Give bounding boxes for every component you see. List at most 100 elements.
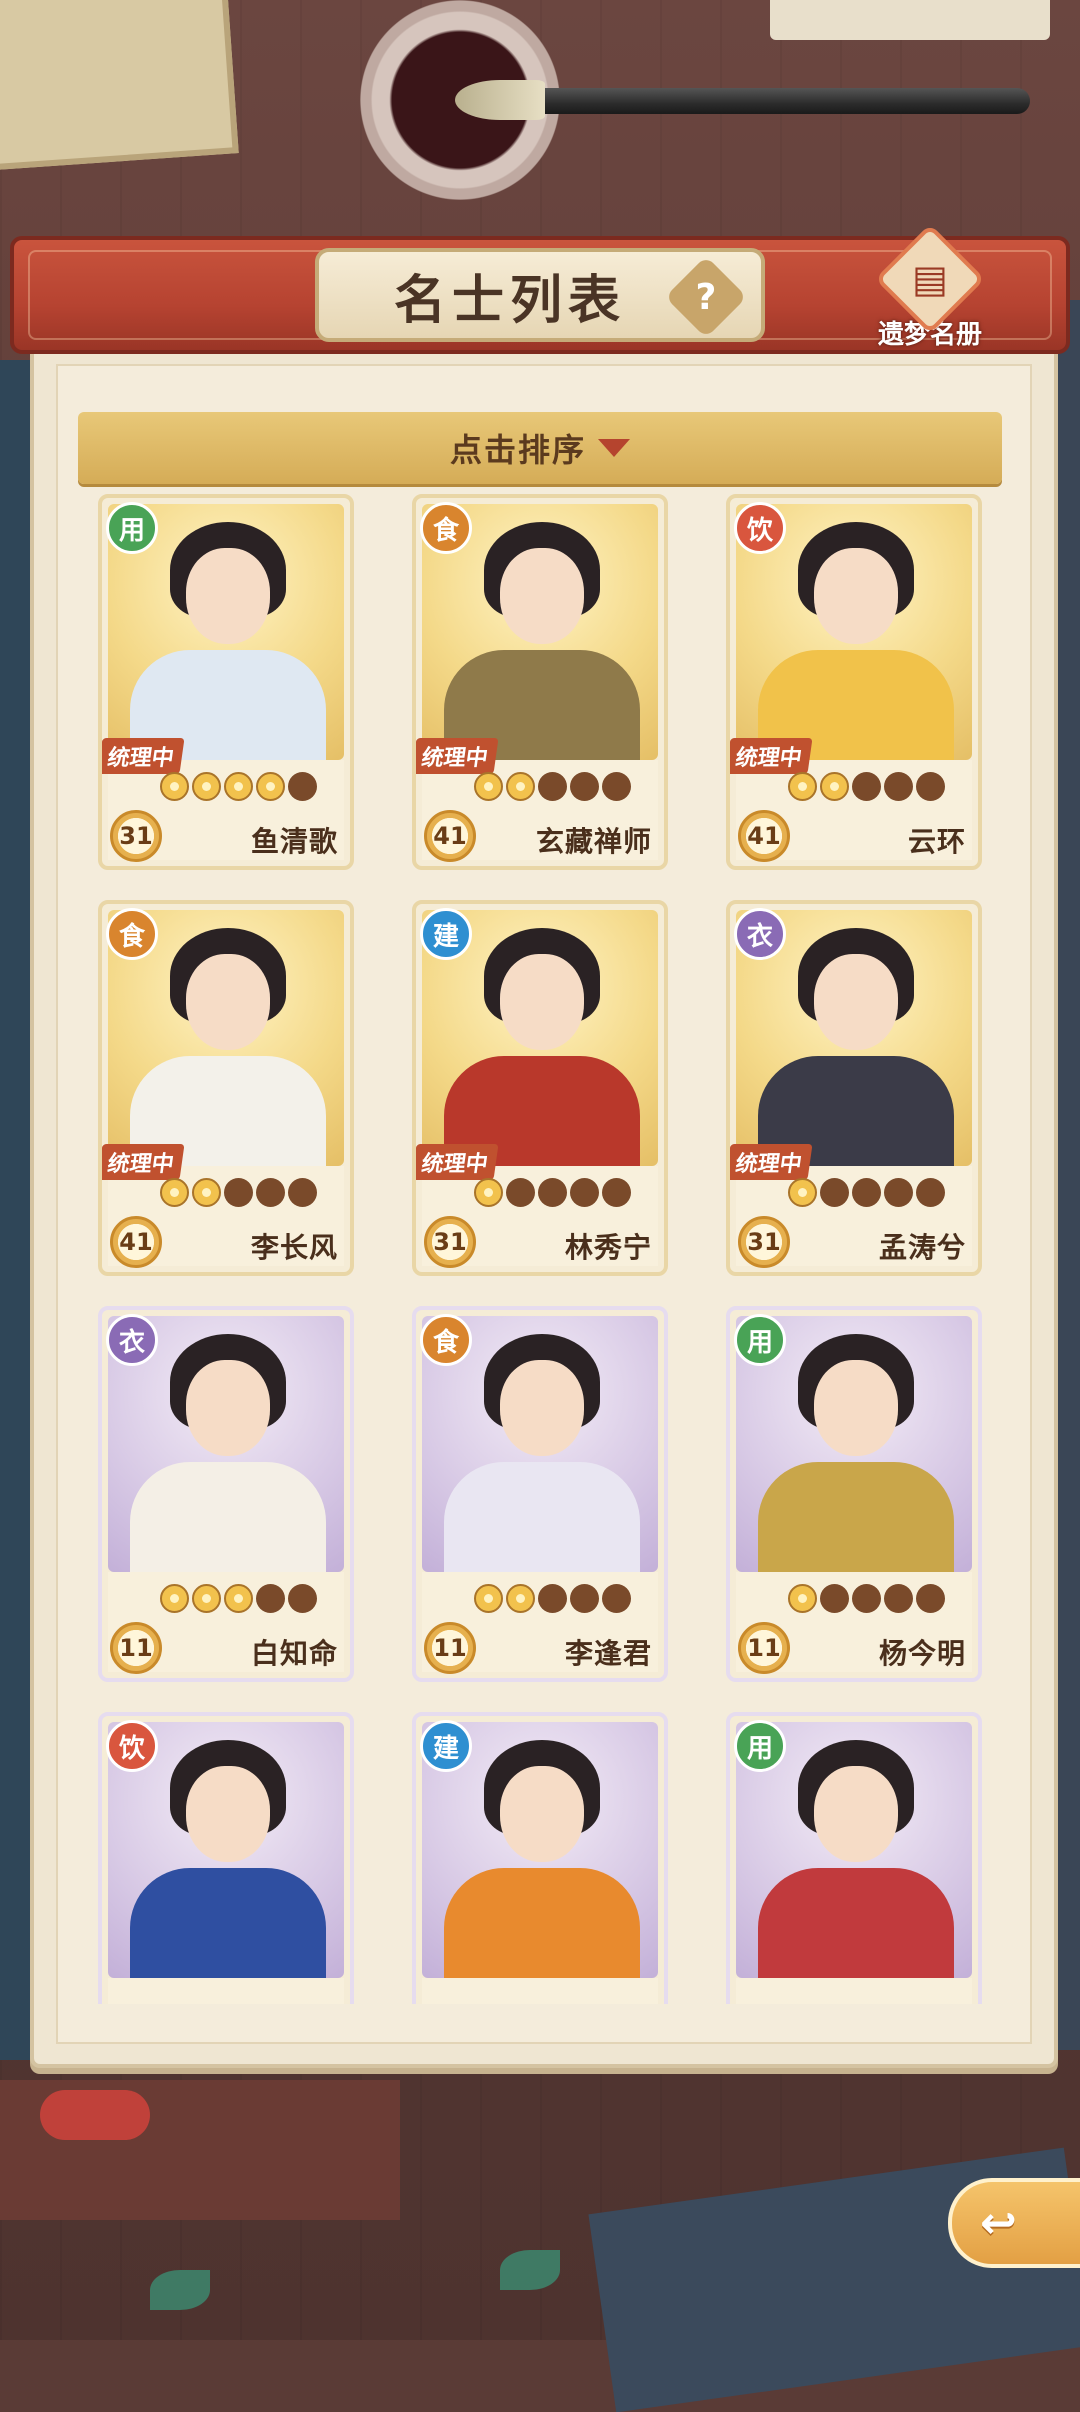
- character-name: 鱼清歌: [250, 825, 338, 858]
- star-empty-icon: [288, 1584, 317, 1613]
- star-empty-icon: [820, 1178, 849, 1207]
- star-empty-icon: [538, 1178, 567, 1207]
- star-filled-icon: [788, 1178, 817, 1207]
- category-badge: 建: [420, 1720, 472, 1772]
- star-filled-icon: [224, 1584, 253, 1613]
- character-card[interactable]: 食统理中 41 李长风: [98, 900, 354, 1276]
- star-empty-icon: [538, 1584, 567, 1613]
- portrait-face: [500, 1360, 584, 1456]
- star-filled-icon: [474, 1178, 503, 1207]
- star-empty-icon: [820, 1584, 849, 1613]
- star-rating: [788, 1178, 945, 1207]
- star-empty-icon: [884, 1178, 913, 1207]
- character-card[interactable]: 衣统理中 31 孟涛兮: [726, 900, 982, 1276]
- star-rating: [474, 772, 631, 801]
- caret-down-icon: [598, 439, 630, 457]
- character-card[interactable]: 用: [726, 1712, 982, 2004]
- star-filled-icon: [192, 772, 221, 801]
- help-button[interactable]: ?: [664, 255, 748, 339]
- level-badge: 41: [110, 1216, 162, 1268]
- portrait-robe: [758, 1868, 954, 1978]
- back-button[interactable]: ↩: [948, 2178, 1080, 2268]
- star-filled-icon: [820, 772, 849, 801]
- back-arrow-icon: ↩: [980, 2197, 1017, 2249]
- star-filled-icon: [506, 772, 535, 801]
- star-empty-icon: [602, 772, 631, 801]
- leaf-decoration: [500, 2250, 560, 2290]
- star-filled-icon: [506, 1584, 535, 1613]
- star-filled-icon: [192, 1584, 221, 1613]
- portrait-face: [500, 954, 584, 1050]
- brush-decoration: [470, 88, 1030, 114]
- register-button[interactable]: ▤ 遗梦名册: [870, 223, 990, 350]
- level-badge: 31: [738, 1216, 790, 1268]
- star-filled-icon: [788, 772, 817, 801]
- star-filled-icon: [788, 1584, 817, 1613]
- character-name: 李长风: [250, 1231, 338, 1264]
- level-badge: 11: [424, 1622, 476, 1674]
- portrait-face: [814, 1360, 898, 1456]
- paper-decoration: [770, 0, 1050, 40]
- star-empty-icon: [916, 1584, 945, 1613]
- character-name: 李逢君: [564, 1637, 652, 1670]
- star-empty-icon: [852, 1584, 881, 1613]
- star-empty-icon: [570, 772, 599, 801]
- status-badge: 统理中: [730, 1144, 813, 1180]
- leaf-decoration: [150, 2270, 210, 2310]
- star-rating: [160, 1178, 317, 1207]
- character-name: 玄藏禅师: [535, 825, 652, 858]
- character-card[interactable]: 建: [412, 1712, 668, 2004]
- star-rating: [788, 1584, 945, 1613]
- star-empty-icon: [602, 1178, 631, 1207]
- category-badge: 用: [106, 502, 158, 554]
- character-card[interactable]: 用统理中 31 鱼清歌: [98, 494, 354, 870]
- character-card[interactable]: 食统理中 41 玄藏禅师: [412, 494, 668, 870]
- portrait-robe: [130, 1868, 326, 1978]
- star-empty-icon: [538, 772, 567, 801]
- category-badge: 食: [420, 502, 472, 554]
- star-empty-icon: [602, 1584, 631, 1613]
- character-card[interactable]: 衣 11 白知命: [98, 1306, 354, 1682]
- status-badge: 统理中: [102, 738, 185, 774]
- sort-button[interactable]: 点击排序: [78, 412, 1002, 484]
- level-badge: 11: [738, 1622, 790, 1674]
- character-card[interactable]: 食 11 李逢君: [412, 1306, 668, 1682]
- character-card[interactable]: 建统理中 31 林秀宁: [412, 900, 668, 1276]
- category-badge: 衣: [106, 1314, 158, 1366]
- character-card[interactable]: 用 11 杨今明: [726, 1306, 982, 1682]
- level-badge: 31: [110, 810, 162, 862]
- character-name: 孟涛兮: [878, 1231, 966, 1264]
- star-empty-icon: [288, 1178, 317, 1207]
- category-badge: 饮: [106, 1720, 158, 1772]
- card-info-strip: [736, 1978, 972, 2004]
- level-badge: 31: [424, 1216, 476, 1268]
- star-filled-icon: [160, 1178, 189, 1207]
- title-plate: 名士列表 ?: [315, 248, 765, 342]
- star-filled-icon: [224, 772, 253, 801]
- star-filled-icon: [474, 772, 503, 801]
- portrait-face: [500, 1766, 584, 1862]
- character-name: 白知命: [250, 1637, 338, 1670]
- status-badge: 统理中: [102, 1144, 185, 1180]
- character-card[interactable]: 饮: [98, 1712, 354, 2004]
- star-empty-icon: [224, 1178, 253, 1207]
- card-info-strip: [108, 1978, 344, 2004]
- character-card[interactable]: 饮统理中 41 云环: [726, 494, 982, 870]
- level-badge: 11: [110, 1622, 162, 1674]
- star-filled-icon: [192, 1178, 221, 1207]
- portrait-face: [500, 548, 584, 644]
- portrait-face: [814, 954, 898, 1050]
- status-badge: 统理中: [730, 738, 813, 774]
- star-empty-icon: [852, 772, 881, 801]
- level-badge: 41: [738, 810, 790, 862]
- character-name: 林秀宁: [564, 1231, 652, 1264]
- star-filled-icon: [474, 1584, 503, 1613]
- star-filled-icon: [160, 772, 189, 801]
- star-empty-icon: [884, 1584, 913, 1613]
- paper-decoration: [0, 0, 239, 171]
- category-badge: 食: [106, 908, 158, 960]
- portrait-robe: [444, 1868, 640, 1978]
- portrait-face: [186, 548, 270, 644]
- tassel-decoration: [40, 2090, 150, 2140]
- question-icon: ?: [695, 276, 717, 318]
